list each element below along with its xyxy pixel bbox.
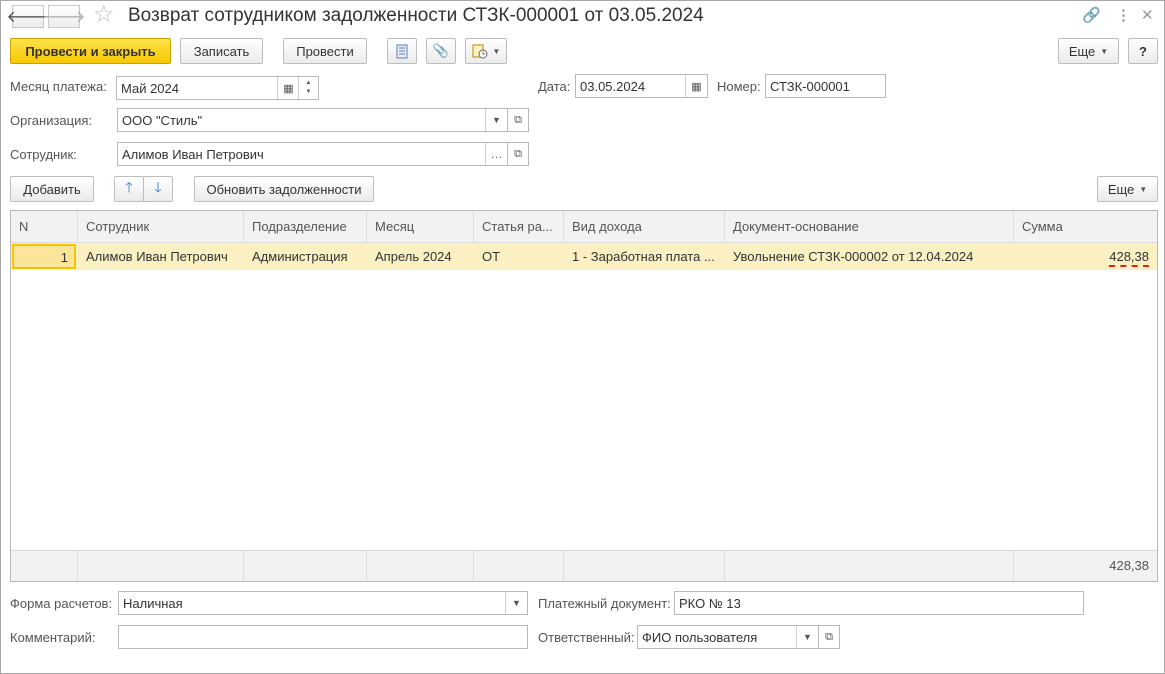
debts-table: N Сотрудник Подразделение Месяц Статья р… [10,210,1158,582]
link-icon[interactable]: 🔗 [1082,6,1101,24]
number-label: Номер: [717,79,761,94]
open-organization-button[interactable]: ⧉ [507,108,529,132]
select-ellipsis-icon[interactable]: … [485,143,507,165]
payment-document-label: Платежный документ: [538,596,671,611]
open-icon: ⧉ [514,147,522,160]
footer-cell [474,551,564,581]
responsible-label: Ответственный: [538,630,635,645]
table-footer: 428,38 [11,550,1157,581]
post-button[interactable]: Провести [283,38,367,64]
footer-cell [725,551,1014,581]
page-title: Возврат сотрудником задолженности СТЗК-0… [128,5,704,26]
pay-month-field[interactable]: Май 2024 ▦ ▲ ▼ [116,76,319,100]
document-list-icon [396,44,408,58]
arrow-right-icon: 🡒 [42,9,86,26]
payment-form-field[interactable]: Наличная ▼ [118,591,528,615]
date-label: Дата: [538,79,571,94]
chevron-down-icon[interactable]: ▼ [505,592,527,614]
chevron-down-icon: ▼ [492,46,501,56]
pay-month-label: Месяц платежа: [10,79,107,94]
table-row[interactable]: 1 Алимов Иван Петрович Администрация Апр… [11,243,1157,270]
table-header: N Сотрудник Подразделение Месяц Статья р… [11,211,1157,243]
help-button[interactable]: ? [1128,38,1158,64]
calendar-icon[interactable]: ▦ [685,75,707,97]
paperclip-icon: 📎 [432,43,450,58]
payment-document-field[interactable]: РКО № 13 [674,591,1084,615]
post-and-close-button[interactable]: Провести и закрыть [10,38,171,64]
footer-cell [11,551,78,581]
open-icon: ⧉ [825,630,833,643]
create-based-on-button[interactable]: ▼ [465,38,507,64]
create-document-icon [472,44,488,59]
table-more-button[interactable]: Еще ▼ [1097,176,1158,202]
chevron-down-icon[interactable]: ▼ [796,626,818,648]
cell-employee[interactable]: Алимов Иван Петрович [78,243,244,270]
cell-basis-document[interactable]: Увольнение СТЗК-000002 от 12.04.2024 [725,243,1014,270]
move-down-button[interactable]: 🡓 [143,176,173,202]
calendar-icon[interactable]: ▦ [277,77,299,99]
chevron-down-icon: ▼ [1100,46,1109,56]
close-icon[interactable]: ✕ [1141,6,1154,24]
arrow-up-icon: 🡑 [125,179,133,195]
employee-field[interactable]: Алимов Иван Петрович … [117,142,508,166]
forward-button[interactable]: 🡒 [43,5,85,28]
column-month[interactable]: Месяц [367,211,474,243]
employee-label: Сотрудник: [10,147,77,162]
comment-label: Комментарий: [10,630,96,645]
save-button[interactable]: Записать [180,38,263,64]
organization-label: Организация: [10,113,93,128]
date-field[interactable]: 03.05.2024 ▦ [575,74,708,98]
column-employee[interactable]: Сотрудник [78,211,244,243]
column-sum[interactable]: Сумма [1014,211,1157,243]
report-button[interactable] [387,38,417,64]
responsible-field[interactable]: ФИО пользователя ▼ [637,625,819,649]
sum-value: 428,38 [1109,249,1149,267]
back-button[interactable]: 🡐 [7,5,49,28]
payment-form-label: Форма расчетов: [10,596,113,611]
column-basis-document[interactable]: Документ-основание [725,211,1014,243]
month-stepper[interactable]: ▲ ▼ [298,77,318,99]
number-field[interactable]: СТЗК-000001 [765,74,886,98]
arrow-down-icon: 🡓 [154,179,162,195]
footer-cell [564,551,725,581]
column-department[interactable]: Подразделение [244,211,367,243]
open-responsible-button[interactable]: ⧉ [818,625,840,649]
refresh-debts-button[interactable]: Обновить задолженности [194,176,374,202]
more-vertical-icon[interactable]: ⋮ [1116,6,1131,24]
favorite-star-icon[interactable]: ☆ [93,3,115,27]
cell-department[interactable]: Администрация [244,243,367,270]
cell-income-type[interactable]: 1 - Заработная плата ... [564,243,725,270]
cell-article[interactable]: ОТ [474,243,564,270]
chevron-down-icon[interactable]: ▼ [485,109,507,131]
column-income-type[interactable]: Вид дохода [564,211,725,243]
attach-button[interactable]: 📎 [426,38,456,64]
add-row-button[interactable]: Добавить [10,176,94,202]
cell-sum[interactable]: 428,38 [1014,243,1157,270]
total-sum: 428,38 [1109,558,1149,573]
more-button[interactable]: Еще ▼ [1058,38,1119,64]
cell-n[interactable]: 1 [12,244,76,269]
footer-cell [367,551,474,581]
column-article[interactable]: Статья ра... [474,211,564,243]
footer-cell [78,551,244,581]
move-up-button[interactable]: 🡑 [114,176,144,202]
column-n[interactable]: N [11,211,78,243]
open-employee-button[interactable]: ⧉ [507,142,529,166]
cell-month[interactable]: Апрель 2024 [367,243,474,270]
open-icon: ⧉ [514,113,522,126]
chevron-down-icon: ▼ [1139,184,1148,194]
footer-cell [244,551,367,581]
organization-field[interactable]: ООО "Стиль" ▼ [117,108,508,132]
comment-field[interactable] [118,625,528,649]
